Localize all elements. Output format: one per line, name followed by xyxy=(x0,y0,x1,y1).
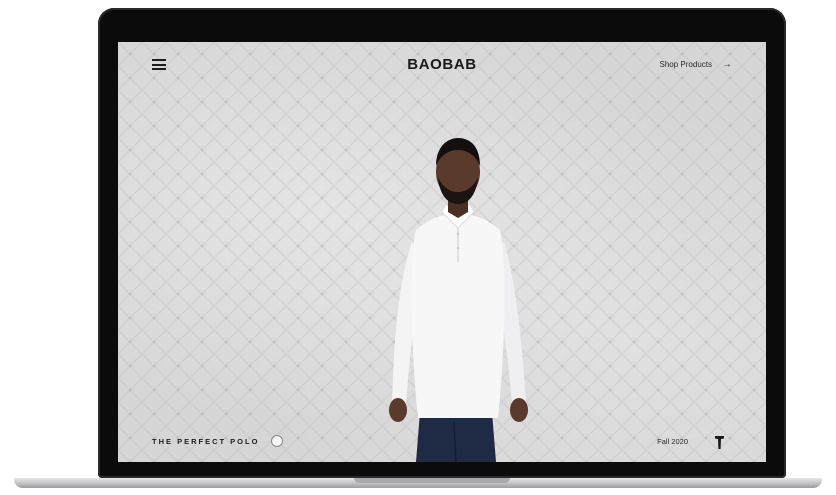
hero-tagline: THE PERFECT POLO xyxy=(152,435,284,447)
shop-products-link[interactable]: Shop Products → xyxy=(659,58,732,70)
laptop-opening-notch xyxy=(354,478,510,483)
website-screen: BAOBAB Shop Products → THE PERFECT POLO … xyxy=(118,42,766,462)
play-circle-button[interactable] xyxy=(271,435,284,447)
model-photo xyxy=(389,138,528,462)
site-header: BAOBAB Shop Products → xyxy=(118,42,766,88)
shop-products-label: Shop Products xyxy=(659,60,712,69)
brand-link[interactable]: BAOBAB xyxy=(407,56,476,73)
season-label: Fall 2020 xyxy=(657,437,688,446)
tagline-text: THE PERFECT POLO xyxy=(152,436,260,446)
baobab-tree-logo-icon xyxy=(715,436,724,449)
laptop-mockup: BAOBAB Shop Products → THE PERFECT POLO … xyxy=(0,0,836,495)
arrow-right-icon: → xyxy=(722,58,732,70)
